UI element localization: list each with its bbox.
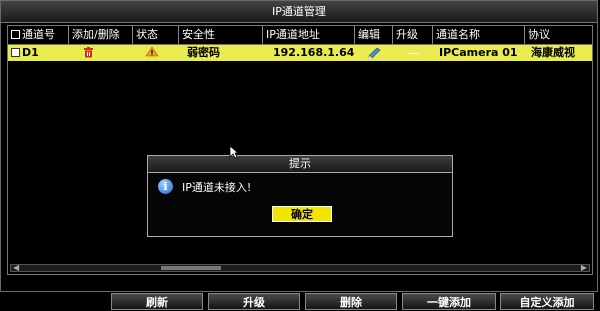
- info-icon: i: [158, 179, 173, 194]
- row-security: 弱密码: [187, 46, 220, 59]
- custom-add-button[interactable]: 自定义添加: [500, 293, 594, 310]
- row-ip: 192.168.1.64: [273, 46, 355, 59]
- refresh-button[interactable]: 刷新: [111, 293, 203, 310]
- dialog-title: 提示: [148, 156, 452, 173]
- window-title: IP通道管理: [1, 1, 597, 23]
- warning-icon: [145, 46, 159, 61]
- horizontal-scrollbar[interactable]: ◀ ▶: [10, 263, 590, 272]
- row-protocol: 海康威视: [531, 46, 575, 59]
- mouse-pointer-icon: [229, 145, 240, 162]
- table-row[interactable]: D1 弱密码 192.168.1.64 IPCamera 01 海康威视: [8, 45, 592, 61]
- header-add-delete: 添加/删除: [69, 26, 133, 44]
- select-all-checkbox[interactable]: [11, 30, 20, 39]
- header-channel-label: 通道号: [22, 28, 55, 41]
- one-key-add-button[interactable]: 一键添加: [402, 293, 496, 310]
- row-add-delete: [69, 45, 133, 61]
- row-name: IPCamera 01: [439, 46, 518, 59]
- dialog-message: IP通道未接入!: [182, 181, 252, 194]
- upgrade-unavailable-dash: [407, 52, 419, 54]
- row-channel: D1: [8, 45, 69, 61]
- row-channel-label: D1: [22, 46, 39, 59]
- header-ip: IP通道地址: [263, 26, 355, 44]
- header-security: 安全性: [179, 26, 263, 44]
- header-name: 通道名称: [433, 26, 525, 44]
- scroll-thumb[interactable]: [161, 266, 221, 270]
- trash-icon[interactable]: [83, 47, 93, 58]
- row-upgrade: [393, 45, 433, 61]
- row-edit: [355, 45, 393, 61]
- header-edit: 编辑: [355, 26, 393, 44]
- table-header: 通道号 添加/删除 状态 安全性 IP通道地址 编辑 升级 通道名称 协议: [8, 26, 592, 45]
- channel-table: 通道号 添加/删除 状态 安全性 IP通道地址 编辑 升级 通道名称 协议 D1: [7, 25, 593, 275]
- scroll-left-icon[interactable]: ◀: [13, 263, 19, 272]
- upgrade-button[interactable]: 升级: [208, 293, 300, 310]
- row-status: [133, 45, 179, 61]
- header-channel[interactable]: 通道号: [8, 26, 69, 44]
- scroll-right-icon[interactable]: ▶: [581, 263, 587, 272]
- delete-button[interactable]: 删除: [305, 293, 397, 310]
- ok-button[interactable]: 确定: [272, 206, 332, 222]
- edit-pencil-icon[interactable]: [367, 47, 381, 61]
- header-upgrade: 升级: [393, 26, 433, 44]
- ip-channel-management-window: IP通道管理 通道号 添加/删除 状态 安全性 IP通道地址 编辑 升级 通道名…: [0, 0, 598, 292]
- prompt-dialog: 提示 i IP通道未接入! 确定: [147, 155, 453, 237]
- header-protocol: 协议: [528, 28, 550, 41]
- row-checkbox[interactable]: [11, 48, 20, 57]
- header-status: 状态: [133, 26, 179, 44]
